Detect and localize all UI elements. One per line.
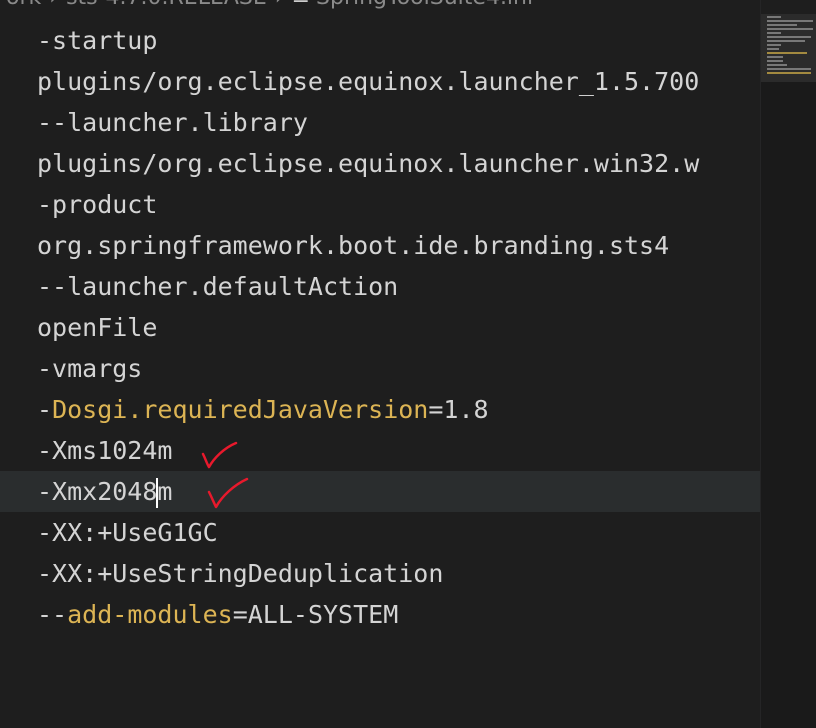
code-line[interactable]: --launcher.defaultAction — [0, 266, 760, 307]
line-text: --launcher.library — [37, 108, 308, 137]
code-line[interactable]: -product — [0, 184, 760, 225]
line-text: plugins/org.eclipse.equinox.launcher_1.5… — [37, 67, 700, 96]
minimap-line — [767, 36, 811, 38]
minimap-line — [767, 48, 779, 50]
line-prefix: - — [37, 395, 53, 424]
line-text: -Xms1024m — [37, 436, 173, 465]
minimap-line — [767, 28, 813, 30]
chevron-right-icon: › — [275, 0, 284, 10]
line-text: plugins/org.eclipse.equinox.launcher.win… — [37, 149, 700, 178]
line-text: -XX:+UseG1GC — [37, 518, 218, 547]
minimap-line — [767, 20, 813, 22]
code-line[interactable]: -XX:+UseStringDeduplication — [0, 553, 760, 594]
minimap-line — [767, 60, 783, 62]
code-line[interactable]: openFile — [0, 307, 760, 348]
code-line[interactable]: org.springframework.boot.ide.branding.st… — [0, 225, 760, 266]
line-text-before-cursor: -Xmx2048 — [37, 477, 158, 506]
minimap-line — [767, 56, 783, 58]
chevron-right-icon: › — [49, 0, 58, 10]
minimap-line — [767, 68, 811, 70]
current-code-line[interactable]: -Xmx2048m — [0, 471, 760, 512]
minimap-empty-area — [761, 82, 816, 728]
property-value: 1.8 — [443, 395, 489, 424]
code-line[interactable]: -Dosgi.requiredJavaVersion=1.8 — [0, 389, 760, 430]
breadcrumb-segment-folder[interactable]: ork — [6, 0, 41, 10]
breadcrumb: ork › sts-4.7.0.RELEASE › ≡ SpringToolSuite4.… — [0, 0, 766, 10]
line-text: -product — [37, 190, 158, 219]
minimap-line — [767, 32, 781, 34]
property-key: Dosgi.requiredJavaVersion — [52, 395, 429, 424]
minimap-line — [767, 64, 787, 66]
code-line[interactable]: plugins/org.eclipse.equinox.launcher_1.5… — [0, 61, 760, 102]
minimap[interactable] — [760, 0, 816, 728]
property-key: add-modules — [67, 600, 233, 629]
line-text: -XX:+UseStringDeduplication — [37, 559, 444, 588]
line-text: -vmargs — [37, 354, 143, 383]
minimap-line — [767, 24, 797, 26]
line-text: -startup — [37, 26, 158, 55]
equals-operator: = — [428, 395, 444, 424]
line-text: openFile — [37, 313, 158, 342]
minimap-line — [767, 16, 781, 18]
line-text: --launcher.defaultAction — [37, 272, 399, 301]
line-text: org.springframework.boot.ide.branding.st… — [37, 231, 670, 260]
minimap-line — [767, 44, 781, 46]
property-value: ALL-SYSTEM — [247, 600, 399, 629]
code-line[interactable]: -XX:+UseG1GC — [0, 512, 760, 553]
minimap-line — [767, 40, 805, 42]
code-line[interactable]: -vmargs — [0, 348, 760, 389]
code-line[interactable]: plugins/org.eclipse.equinox.launcher.win… — [0, 143, 760, 184]
equals-operator: = — [232, 600, 248, 629]
file-lines-icon: ≡ — [292, 0, 310, 10]
breadcrumb-segment-release[interactable]: sts-4.7.0.RELEASE — [66, 0, 267, 10]
code-editor[interactable]: ork › sts-4.7.0.RELEASE › ≡ SpringToolSuite4.… — [0, 0, 816, 728]
line-prefix: -- — [37, 600, 68, 629]
code-line[interactable]: --launcher.library — [0, 102, 760, 143]
minimap-line — [767, 52, 807, 54]
code-line[interactable]: -startup — [0, 20, 760, 61]
line-text-after-cursor: m — [157, 477, 173, 506]
breadcrumb-file-name[interactable]: SpringToolSuite4.ini — [316, 0, 533, 10]
code-line[interactable]: --add-modules=ALL-SYSTEM — [0, 594, 760, 635]
minimap-line — [767, 72, 811, 74]
code-area[interactable]: -startup plugins/org.eclipse.equinox.lau… — [0, 20, 760, 728]
code-line[interactable]: -Xms1024m — [0, 430, 760, 471]
